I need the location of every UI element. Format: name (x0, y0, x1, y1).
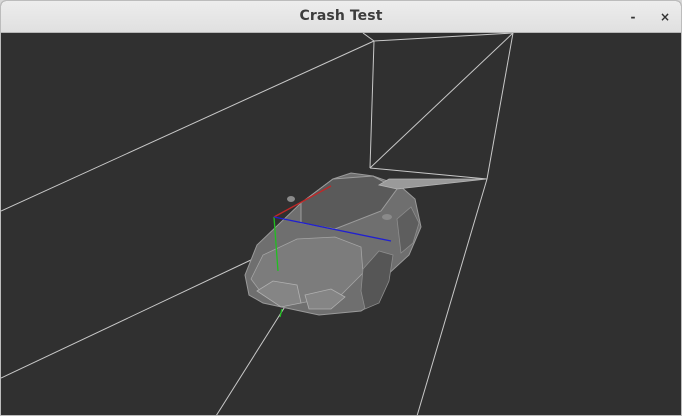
corridor-line-vertical (369, 40, 375, 169)
y-axis-marker (279, 308, 283, 318)
car-model (244, 172, 488, 316)
minimize-icon: - (630, 10, 636, 24)
corridor-line-diagonal (369, 33, 514, 169)
corridor-line-top (373, 33, 514, 42)
corridor-line-left-lower (1, 258, 254, 379)
close-icon: × (659, 10, 671, 24)
window-title: Crash Test (299, 8, 383, 24)
3d-viewport[interactable] (1, 33, 681, 415)
corridor-line-right-lower (416, 178, 488, 415)
car-mirror-right (382, 214, 392, 220)
corridor-wireframe (1, 33, 514, 415)
close-button[interactable]: × (655, 7, 675, 27)
corridor-line-left-upper (1, 40, 375, 212)
corridor-line-floor-left (216, 304, 287, 415)
app-window: Crash Test - × (0, 0, 682, 416)
car-mirror-left (287, 196, 295, 202)
corridor-line-back (369, 167, 488, 180)
scene-canvas (1, 33, 514, 415)
corridor-line-top-left (362, 33, 375, 42)
corridor-line-right-upper (486, 33, 514, 180)
car-rear-spoiler (377, 178, 488, 190)
title-bar[interactable]: Crash Test - × (1, 1, 681, 33)
minimize-button[interactable]: - (623, 7, 643, 27)
